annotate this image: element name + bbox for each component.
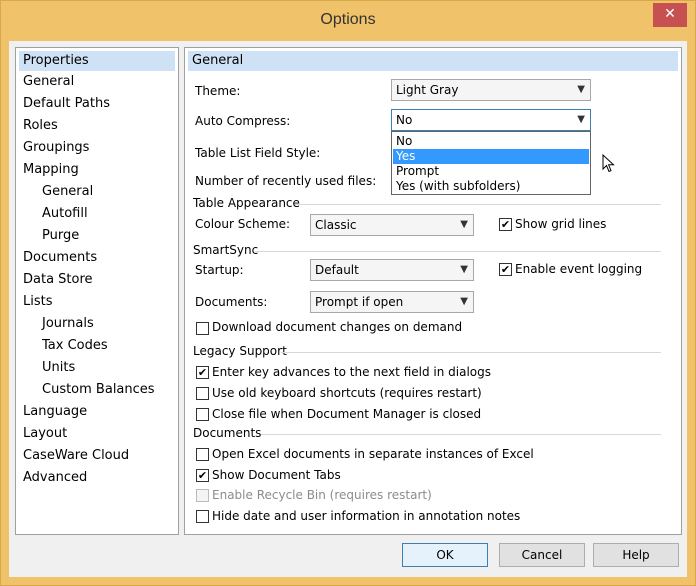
close-button[interactable]: ✕ (653, 3, 687, 27)
theme-value: Light Gray (396, 83, 459, 97)
cancel-button[interactable]: Cancel (499, 543, 585, 567)
nav-item-general[interactable]: General (18, 72, 176, 92)
dropdown-option-prompt[interactable]: Prompt (393, 164, 589, 179)
nav-item-purge[interactable]: Purge (42, 226, 79, 246)
colour-scheme-label: Colour Scheme: (195, 217, 291, 231)
documents-label: Documents: (195, 295, 268, 309)
group-divider (261, 434, 661, 435)
documents-group-label: Documents (193, 426, 262, 440)
open-excel-label: Open Excel documents in separate instanc… (212, 447, 534, 461)
download-changes-checkbox[interactable] (196, 322, 209, 335)
download-changes-label: Download document changes on demand (212, 320, 463, 334)
check-icon: ✔ (197, 469, 208, 482)
documents-select[interactable]: Prompt if open ▼ (310, 291, 474, 313)
legacy-support-group-label: Legacy Support (193, 344, 287, 358)
nav-item-caseware-cloud[interactable]: CaseWare Cloud (23, 446, 129, 466)
nav-item-language[interactable]: Language (23, 402, 87, 422)
properties-header: Properties (19, 51, 175, 71)
nav-item-journals[interactable]: Journals (42, 314, 94, 334)
close-file-label: Close file when Document Manager is clos… (212, 407, 482, 421)
table-appearance-group-label: Table Appearance (193, 196, 300, 210)
nav-item-units[interactable]: Units (42, 358, 75, 378)
close-icon: ✕ (664, 6, 676, 22)
nav-item-mapping[interactable]: Mapping (23, 160, 79, 180)
documents-value: Prompt if open (315, 295, 404, 309)
show-grid-lines-label: Show grid lines (515, 217, 607, 231)
nav-item-autofill[interactable]: Autofill (42, 204, 88, 224)
chevron-down-icon: ▼ (460, 219, 468, 230)
auto-compress-dropdown-list: No Yes Prompt Yes (with subfolders) (391, 131, 591, 195)
recycle-bin-label: Enable Recycle Bin (requires restart) (212, 488, 432, 502)
open-excel-checkbox[interactable] (196, 448, 209, 461)
group-divider (255, 251, 661, 252)
chevron-down-icon: ▼ (577, 114, 585, 125)
recent-files-label: Number of recently used files: (195, 174, 377, 188)
nav-item-documents[interactable]: Documents (23, 248, 97, 268)
smartsync-group-label: SmartSync (193, 243, 259, 257)
show-grid-lines-checkbox[interactable]: ✔ (499, 218, 512, 231)
enable-event-logging-checkbox[interactable]: ✔ (499, 263, 512, 276)
check-icon: ✔ (197, 366, 208, 379)
check-icon: ✔ (500, 263, 511, 276)
check-icon: ✔ (500, 218, 511, 231)
show-tabs-checkbox[interactable]: ✔ (196, 469, 209, 482)
properties-tree: Properties General Default Paths Roles G… (15, 47, 179, 535)
auto-compress-label: Auto Compress: (195, 114, 291, 128)
nav-item-groupings[interactable]: Groupings (23, 138, 89, 158)
title-bar[interactable]: Options ✕ (1, 1, 695, 41)
hide-date-checkbox[interactable] (196, 510, 209, 523)
chevron-down-icon: ▼ (577, 84, 585, 95)
auto-compress-value: No (396, 113, 413, 127)
nav-item-advanced[interactable]: Advanced (23, 468, 87, 488)
ok-button[interactable]: OK (402, 543, 488, 567)
enable-event-logging-label: Enable event logging (515, 262, 643, 276)
chevron-down-icon: ▼ (460, 296, 468, 307)
group-divider (281, 352, 661, 353)
old-shortcuts-checkbox[interactable] (196, 387, 209, 400)
startup-value: Default (315, 263, 359, 277)
startup-label: Startup: (195, 263, 244, 277)
startup-select[interactable]: Default ▼ (310, 259, 474, 281)
show-tabs-label: Show Document Tabs (212, 468, 341, 482)
dialog-client: Properties General Default Paths Roles G… (9, 41, 687, 577)
dropdown-option-no[interactable]: No (393, 134, 589, 149)
group-divider (295, 204, 661, 205)
enter-key-label: Enter key advances to the next field in … (212, 365, 491, 379)
nav-item-lists[interactable]: Lists (23, 292, 53, 312)
chevron-down-icon: ▼ (460, 264, 468, 275)
nav-item-roles[interactable]: Roles (23, 116, 58, 136)
old-shortcuts-label: Use old keyboard shortcuts (requires res… (212, 386, 482, 400)
hide-date-label: Hide date and user information in annota… (212, 509, 521, 523)
general-settings-pane: General Theme: Light Gray ▼ Auto Compres… (184, 47, 682, 535)
enter-key-checkbox[interactable]: ✔ (196, 366, 209, 379)
options-window: Options ✕ Properties General Default Pat… (0, 0, 696, 586)
table-list-field-style-label: Table List Field Style: (195, 146, 321, 160)
nav-item-default-paths[interactable]: Default Paths (23, 94, 110, 114)
mouse-pointer-icon (602, 154, 615, 173)
theme-label: Theme: (195, 84, 241, 98)
dropdown-option-yes-with-subfolders[interactable]: Yes (with subfolders) (393, 179, 589, 194)
window-title: Options (320, 11, 376, 28)
nav-item-tax-codes[interactable]: Tax Codes (42, 336, 108, 356)
nav-item-mapping-general[interactable]: General (42, 182, 93, 202)
help-button[interactable]: Help (593, 543, 679, 567)
nav-item-layout[interactable]: Layout (23, 424, 67, 444)
colour-scheme-value: Classic (315, 218, 357, 232)
close-file-checkbox[interactable] (196, 408, 209, 421)
theme-select[interactable]: Light Gray ▼ (391, 79, 591, 101)
auto-compress-select[interactable]: No ▼ (391, 109, 591, 131)
colour-scheme-select[interactable]: Classic ▼ (310, 214, 474, 236)
nav-item-data-store[interactable]: Data Store (23, 270, 93, 290)
recycle-bin-checkbox (196, 489, 209, 502)
nav-item-custom-balances[interactable]: Custom Balances (42, 380, 155, 400)
dropdown-option-yes[interactable]: Yes (393, 149, 589, 164)
pane-header: General (188, 51, 678, 71)
